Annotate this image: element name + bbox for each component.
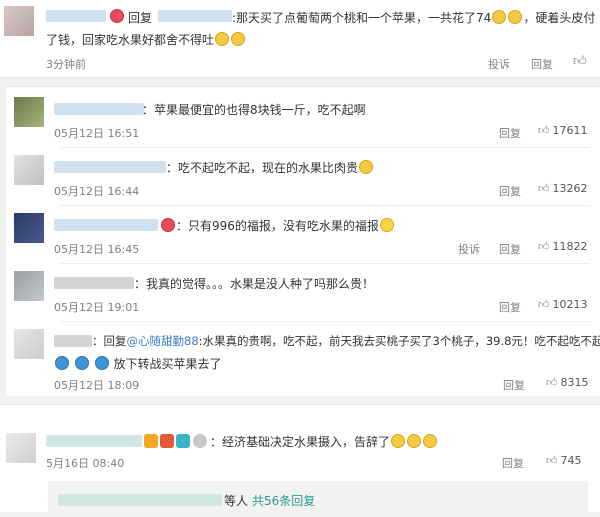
username-blurred[interactable] <box>54 219 158 231</box>
comment-text-body: ：经济基础决定水果摄入，告辞了 <box>210 435 391 449</box>
username-blurred[interactable] <box>46 435 142 447</box>
comment-text: ：回复@心随甜勤88:水果真的贵啊，吃不起，前天我去买桃子买了3个桃子，39.8… <box>92 333 600 349</box>
thumbs-up-icon: 👍︎ <box>538 124 550 137</box>
timestamp: 3分钟前 <box>46 58 86 71</box>
like-count: 8315 <box>560 376 589 389</box>
divider <box>60 147 590 148</box>
timestamp: 05月12日 19:01 <box>54 301 140 314</box>
avatar[interactable] <box>14 213 44 243</box>
comment-text: :那天买了点葡萄两个桃和一个苹果，一共花了74 ，硬着头皮付 <box>232 9 595 26</box>
username-blurred[interactable] <box>46 10 106 22</box>
like-count: 10213 <box>552 298 588 311</box>
like-button[interactable]: 👍︎ 13262 <box>538 182 588 195</box>
username-blurred[interactable] <box>54 161 166 173</box>
comment-text: ：苹果最便宜的也得8块钱一斤，吃不起啊 <box>142 103 366 117</box>
username-blurred[interactable] <box>54 103 144 115</box>
comment-text-body: :水果真的贵啊，吃不起，前天我去买桃子买了3个桃子，39.8元！吃不起吃不起 <box>198 334 600 348</box>
divider <box>60 263 590 264</box>
divider <box>60 321 590 322</box>
username-blurred[interactable] <box>54 335 92 347</box>
report-button[interactable]: 投诉 <box>458 241 480 257</box>
comment-text: ：我真的觉得。。。水果是没人种了吗那么贵！ <box>134 277 375 291</box>
report-button[interactable]: 投诉 <box>488 56 510 72</box>
thumbs-up-icon: 👍︎ <box>546 376 558 389</box>
comment-text-line2-body: 了钱，回家吃水果好都舍不得吐 <box>46 33 215 47</box>
like-button[interactable]: 👍︎ 10213 <box>538 298 588 311</box>
thumbs-up-icon: 👍︎ <box>538 182 550 195</box>
crying-emoji-icon <box>492 10 507 24</box>
laughing-crying-emoji-icon <box>391 434 406 448</box>
timestamp: 5月16日 08:40 <box>46 457 125 470</box>
username-blurred[interactable] <box>54 277 134 289</box>
vip-badge-icon <box>144 434 158 448</box>
top-comment-card: 回复 :那天买了点葡萄两个桃和一个苹果，一共花了74 ，硬着头皮付 了钱，回家吃水… <box>0 0 600 78</box>
reply-button[interactable]: 回复 <box>499 183 521 199</box>
view-all-replies-link[interactable]: 共56条回复 <box>252 492 315 509</box>
like-count: 11822 <box>552 240 588 253</box>
thumbs-up-icon: 👍︎ <box>538 298 550 311</box>
comment-text: ：只有996的福报，没有吃水果的福报 <box>176 217 395 234</box>
comment-card: ：经济基础决定水果摄入，告辞了 5月16日 08:40 回复 👍︎ 745 等人 … <box>0 404 600 517</box>
comment-text-body: ：吃不起吃不起，现在的水果比肉贵 <box>166 161 359 175</box>
like-count: 17611 <box>552 124 588 137</box>
avatar[interactable] <box>14 155 44 185</box>
reply-button[interactable]: 回复 <box>503 377 525 393</box>
medal-badge-icon <box>193 434 207 448</box>
camera-badge-icon <box>176 434 190 448</box>
crying-emoji-icon <box>215 32 230 46</box>
like-count: 13262 <box>552 182 588 195</box>
sub-reply-names-blurred <box>58 494 222 506</box>
divider <box>60 205 590 206</box>
heart-eyes-emoji-icon <box>161 218 175 232</box>
thumbs-up-icon: 👍︎ <box>538 240 550 253</box>
comment-text-line1-tail: ，硬着头皮付 <box>523 11 596 25</box>
laughing-crying-emoji-icon <box>407 434 422 448</box>
blue-emoji-icon <box>74 356 89 370</box>
crying-emoji-icon <box>231 32 246 46</box>
heart-eyes-emoji-icon <box>110 9 124 23</box>
like-button[interactable]: 👍︎ 17611 <box>538 124 588 137</box>
crying-emoji-icon <box>359 160 374 174</box>
laughing-crying-emoji-icon <box>423 434 438 448</box>
thumbs-up-icon: 👍︎ <box>546 454 558 467</box>
reply-button[interactable]: 回复 <box>531 56 553 72</box>
replies-card: ：苹果最便宜的也得8块钱一斤，吃不起啊 05月12日 16:51 回复 👍︎ 17… <box>6 86 600 396</box>
mention-link[interactable]: @心随甜勤88 <box>127 334 199 348</box>
like-button[interactable]: 👍︎ 8315 <box>546 376 589 389</box>
reply-button[interactable]: 回复 <box>499 241 521 257</box>
comment-text: ：经济基础决定水果摄入，告辞了 <box>210 433 438 450</box>
crying-emoji-icon <box>508 10 523 24</box>
like-button[interactable]: 👍︎ 11822 <box>538 240 588 253</box>
comment-text-body: ：只有996的福报，没有吃水果的福报 <box>176 219 379 233</box>
timestamp: 05月12日 16:45 <box>54 243 140 256</box>
reply-button[interactable]: 回复 <box>499 125 521 141</box>
smile-emoji-icon <box>379 218 394 232</box>
avatar[interactable] <box>14 97 44 127</box>
avatar[interactable] <box>14 271 44 301</box>
like-button[interactable]: 👍︎ 745 <box>546 454 582 467</box>
blue-emoji-icon <box>94 356 109 370</box>
sub-reply-prefix: 等人 <box>224 494 249 508</box>
blue-emoji-icon <box>55 356 69 370</box>
reply-prefix: 回复 <box>128 11 153 25</box>
avatar[interactable] <box>6 433 36 463</box>
thumbs-up-icon[interactable]: 👍︎ <box>573 54 587 69</box>
comment-text: ：吃不起吃不起，现在的水果比肉贵 <box>166 159 374 176</box>
hourglass-badge-icon <box>160 434 174 448</box>
comment-text-line2: 放下转战买苹果去了 <box>54 355 222 372</box>
comment-text-line2: 了钱，回家吃水果好都舍不得吐 <box>46 31 246 48</box>
mention-blurred[interactable] <box>158 10 232 22</box>
avatar[interactable] <box>14 329 44 359</box>
timestamp: 05月12日 18:09 <box>54 379 140 392</box>
timestamp: 05月12日 16:51 <box>54 127 140 140</box>
timestamp: 05月12日 16:44 <box>54 185 140 198</box>
reply-button[interactable]: 回复 <box>499 299 521 315</box>
reply-button[interactable]: 回复 <box>502 455 524 471</box>
like-count: 745 <box>560 454 582 467</box>
avatar[interactable] <box>4 6 34 36</box>
comment-text-line1: :那天买了点葡萄两个桃和一个苹果，一共花了74 <box>232 11 492 25</box>
reply-prefix: ：回复 <box>92 334 127 348</box>
comment-text-line2-body: 放下转战买苹果去了 <box>113 357 222 371</box>
